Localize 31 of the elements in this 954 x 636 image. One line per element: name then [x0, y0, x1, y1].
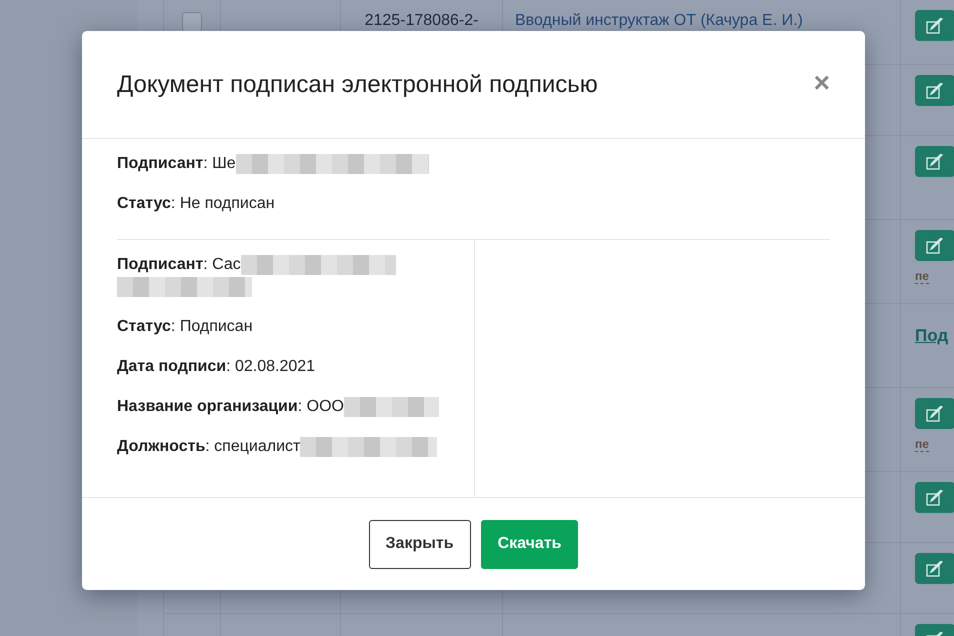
signer-field: Должность: специалист	[117, 438, 300, 455]
dialog-title: Документ подписан электронной подписью	[117, 70, 598, 98]
edit-button[interactable]	[915, 398, 954, 429]
edit-icon	[926, 560, 944, 576]
signer-field: Название организации: ООО	[117, 398, 344, 415]
document-link[interactable]: Вводный инструктаж ОТ (Качура Е. И.)	[515, 12, 803, 30]
edit-icon	[926, 18, 944, 34]
edit-button[interactable]	[915, 553, 954, 584]
edit-icon	[926, 238, 944, 254]
edit-icon	[926, 154, 944, 170]
edit-button[interactable]	[915, 146, 954, 177]
signer-field: Подписант: Ше	[117, 155, 236, 172]
signer-field: Подписант: Сас	[117, 256, 241, 273]
edit-icon	[926, 490, 944, 506]
edit-icon	[926, 406, 944, 422]
status-note: пе	[915, 269, 929, 284]
edit-button[interactable]	[915, 10, 954, 41]
signer-field: Статус: Не подписан	[117, 195, 275, 212]
edit-icon	[926, 82, 944, 98]
signer-field: Дата подписи: 02.08.2021	[117, 358, 316, 375]
sign-link[interactable]: Под	[915, 326, 948, 346]
edit-button[interactable]	[915, 230, 954, 261]
signer-field: Статус: Подписан	[117, 318, 253, 335]
edit-button[interactable]	[915, 482, 954, 513]
edit-button[interactable]	[915, 75, 954, 106]
close-dialog-button[interactable]: Закрыть	[368, 520, 471, 568]
download-button[interactable]: Скачать	[480, 520, 578, 568]
close-button[interactable]: ×	[814, 66, 830, 102]
number-cell: 2125-178086-2-	[364, 12, 478, 30]
status-note: пе	[915, 437, 929, 452]
row-checkbox[interactable]	[182, 12, 202, 32]
